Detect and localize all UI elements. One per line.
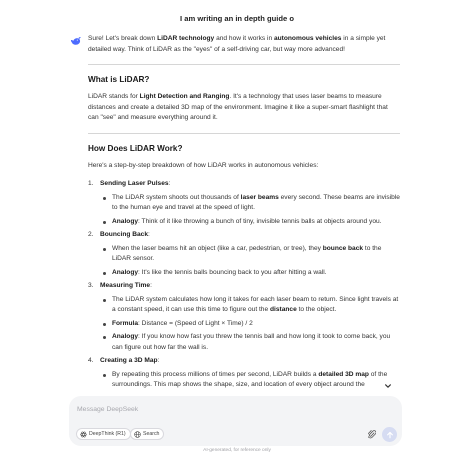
section-heading-what: What is LiDAR? bbox=[88, 75, 150, 84]
steps-list: 1. Sending Laser Pulses: The LiDAR system … bbox=[88, 179, 400, 391]
message-composer: DeepThink (R1) Search bbox=[69, 396, 402, 446]
step-title: Creating a 3D Map bbox=[100, 357, 158, 364]
step-bullets: By repeating this process millions of ti… bbox=[100, 370, 400, 391]
send-button[interactable] bbox=[382, 427, 397, 442]
search-toggle[interactable]: Search bbox=[130, 428, 165, 440]
bullet-item: By repeating this process millions of ti… bbox=[100, 370, 400, 391]
step-title-colon: : bbox=[150, 282, 152, 289]
step-item: 3. Measuring Time: The LiDAR system calcul… bbox=[88, 281, 400, 353]
chat-title: I am writing an in depth guide o bbox=[180, 13, 294, 23]
step-number: 1. bbox=[88, 180, 94, 187]
atom-icon bbox=[80, 431, 87, 437]
step-number: 2. bbox=[88, 231, 94, 238]
chevron-down-icon bbox=[385, 384, 391, 388]
bullet-item: Formula: Distance = (Speed of Light × Ti… bbox=[100, 319, 400, 330]
section-intro-how: Here's a step-by-step breakdown of how L… bbox=[88, 161, 319, 169]
step-title-colon: : bbox=[148, 231, 150, 238]
assistant-message: Sure! Let's break down LiDAR technology … bbox=[88, 34, 400, 394]
attach-button[interactable] bbox=[366, 428, 378, 441]
step-title: Measuring Time bbox=[100, 282, 151, 289]
deepthink-toggle[interactable]: DeepThink (R1) bbox=[76, 428, 131, 440]
bullet-item: Analogy: Think of it like throwing a bun… bbox=[100, 217, 400, 228]
step-item: 2. Bouncing Back: When the laser beams hit… bbox=[88, 230, 400, 278]
bold-text: LiDAR technology bbox=[157, 35, 215, 42]
paperclip-icon bbox=[368, 430, 376, 439]
chat-header: I am writing an in depth guide o bbox=[0, 0, 474, 34]
step-title: Sending Laser Pulses bbox=[100, 180, 169, 187]
text-run: By repeating this process millions of ti… bbox=[112, 370, 319, 378]
bullet-item: The LiDAR system shoots out thousands of… bbox=[100, 193, 400, 214]
bold-text: Analogy bbox=[112, 217, 139, 225]
deepthink-label: DeepThink (R1) bbox=[89, 431, 126, 437]
globe-icon bbox=[134, 430, 141, 438]
step-title: Bouncing Back bbox=[100, 231, 148, 238]
step-number: 3. bbox=[88, 282, 94, 289]
step-title-colon: : bbox=[168, 180, 171, 187]
step-title-colon: : bbox=[157, 357, 160, 364]
bold-text: bounce back bbox=[322, 244, 364, 252]
bold-text: distance bbox=[269, 306, 297, 313]
step-item: 1. Sending Laser Pulses: The LiDAR system … bbox=[88, 179, 400, 227]
step-number: 4. bbox=[88, 357, 94, 364]
message-input[interactable] bbox=[77, 402, 327, 416]
bold-text: Analogy bbox=[112, 333, 139, 340]
text-run: : It's like the tennis balls bouncing ba… bbox=[138, 268, 327, 276]
text-run: When the laser beams hit an object (like… bbox=[112, 244, 323, 252]
chat-scroll-area[interactable]: Sure! Let's break down LiDAR technology … bbox=[0, 34, 474, 394]
arrow-up-icon bbox=[386, 431, 393, 438]
divider bbox=[88, 132, 400, 134]
text-run: Sure! Let's break down bbox=[88, 35, 158, 42]
section-heading-how: How Does LiDAR Work? bbox=[88, 143, 183, 153]
step-bullets: The LiDAR system calculates how long it … bbox=[100, 295, 400, 354]
text-run: : Distance = (Speed of Light × Time) / 2 bbox=[138, 319, 253, 327]
step-bullets: The LiDAR system shoots out thousands of… bbox=[100, 193, 400, 228]
intro-paragraph: Sure! Let's break down LiDAR technology … bbox=[88, 34, 400, 55]
text-run: to the object. bbox=[296, 306, 337, 313]
step-item: 4. Creating a 3D Map: By repeating this pr… bbox=[88, 356, 400, 391]
bullet-item: The LiDAR system calculates how long it … bbox=[100, 295, 400, 316]
bold-text: Formula bbox=[112, 319, 139, 327]
bullet-item: When the laser beams hit an object (like… bbox=[100, 244, 400, 265]
bold-text: detailed 3D map bbox=[318, 370, 369, 378]
bullet-item: Analogy: If you know how fast you threw … bbox=[100, 332, 400, 353]
text-run: LiDAR stands for bbox=[88, 93, 140, 100]
bold-text: Light Detection and Ranging bbox=[139, 93, 230, 100]
text-run: and how it works in bbox=[214, 35, 274, 42]
divider bbox=[88, 64, 400, 65]
text-run: The LiDAR system shoots out thousands of bbox=[112, 193, 241, 201]
bold-text: laser beams bbox=[240, 193, 279, 201]
section-body-what: LiDAR stands for Light Detection and Ran… bbox=[88, 92, 400, 124]
text-run: : Think of it like throwing a bunch of t… bbox=[138, 217, 382, 225]
bold-text: Analogy bbox=[112, 268, 139, 276]
ai-disclaimer: AI-generated, for reference only bbox=[203, 448, 271, 453]
text-run: : If you know how fast you threw the ten… bbox=[112, 333, 391, 351]
bold-text: autonomous vehicles bbox=[273, 35, 342, 42]
bullet-item: Analogy: It's like the tennis balls boun… bbox=[100, 268, 400, 279]
search-label: Search bbox=[143, 431, 160, 437]
text-run: The LiDAR system calculates how long it … bbox=[112, 295, 399, 314]
step-bullets: When the laser beams hit an object (like… bbox=[100, 244, 400, 279]
deepseek-whale-icon bbox=[70, 37, 81, 45]
scroll-to-bottom-button[interactable] bbox=[381, 379, 395, 393]
